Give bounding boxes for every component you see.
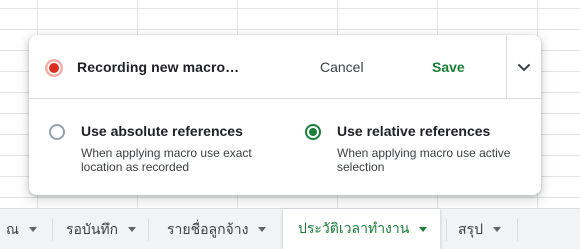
recording-title: Recording new macro… bbox=[77, 59, 240, 75]
collapse-toggle-button[interactable] bbox=[507, 35, 541, 99]
sheet-tab-label: รอบันทึก bbox=[66, 221, 119, 238]
relative-references-title: Use relative references bbox=[337, 123, 491, 139]
macro-recording-dialog: Recording new macro… Cancel Save Use abs… bbox=[29, 35, 541, 195]
sheet-tab-2[interactable]: รอบันทึก bbox=[53, 209, 148, 249]
absolute-references-title: Use absolute references bbox=[81, 123, 243, 139]
caret-down-icon[interactable] bbox=[419, 226, 428, 232]
sheet-tab-5[interactable]: สรุป bbox=[447, 209, 517, 249]
relative-references-radio[interactable] bbox=[305, 124, 321, 140]
caret-down-icon[interactable] bbox=[492, 227, 501, 232]
absolute-desc-line-2: location as recorded bbox=[81, 160, 190, 174]
dialog-header: Recording new macro… Cancel Save bbox=[29, 35, 541, 99]
sheet-tabs-bar: ณ รอบันทึก รายชื่อลูกจ้าง ประวัติเวลาทำง… bbox=[0, 208, 580, 249]
save-button[interactable]: Save bbox=[424, 51, 473, 83]
sheet-tab-label: รายชื่อลูกจ้าง bbox=[167, 221, 249, 238]
sheet-tab-1[interactable]: ณ bbox=[0, 209, 45, 249]
caret-down-icon[interactable] bbox=[258, 227, 267, 232]
sheet-tab-label: ประวัติเวลาทำงาน bbox=[298, 221, 410, 237]
sheet-tab-3[interactable]: รายชื่อลูกจ้าง bbox=[149, 209, 280, 249]
absolute-desc-line-1: When applying macro use exact bbox=[81, 146, 252, 160]
absolute-references-radio[interactable] bbox=[49, 124, 65, 140]
sheet-tab-label: ณ bbox=[6, 221, 19, 238]
relative-desc-line-2: selection bbox=[337, 160, 385, 174]
chevron-down-icon bbox=[517, 63, 531, 71]
relative-references-description: When applying macro use active selection bbox=[337, 146, 510, 174]
caret-down-icon[interactable] bbox=[128, 227, 137, 232]
sheet-tab-4-active[interactable]: ประวัติเวลาทำงาน bbox=[283, 209, 440, 249]
relative-desc-line-1: When applying macro use active bbox=[337, 146, 511, 160]
absolute-references-description: When applying macro use exact location a… bbox=[81, 146, 252, 174]
caret-down-icon[interactable] bbox=[29, 227, 37, 232]
record-dot-icon bbox=[45, 59, 63, 77]
tab-separator bbox=[517, 219, 518, 241]
cancel-button[interactable]: Cancel bbox=[312, 51, 372, 83]
sheet-tab-label: สรุป bbox=[458, 221, 483, 238]
